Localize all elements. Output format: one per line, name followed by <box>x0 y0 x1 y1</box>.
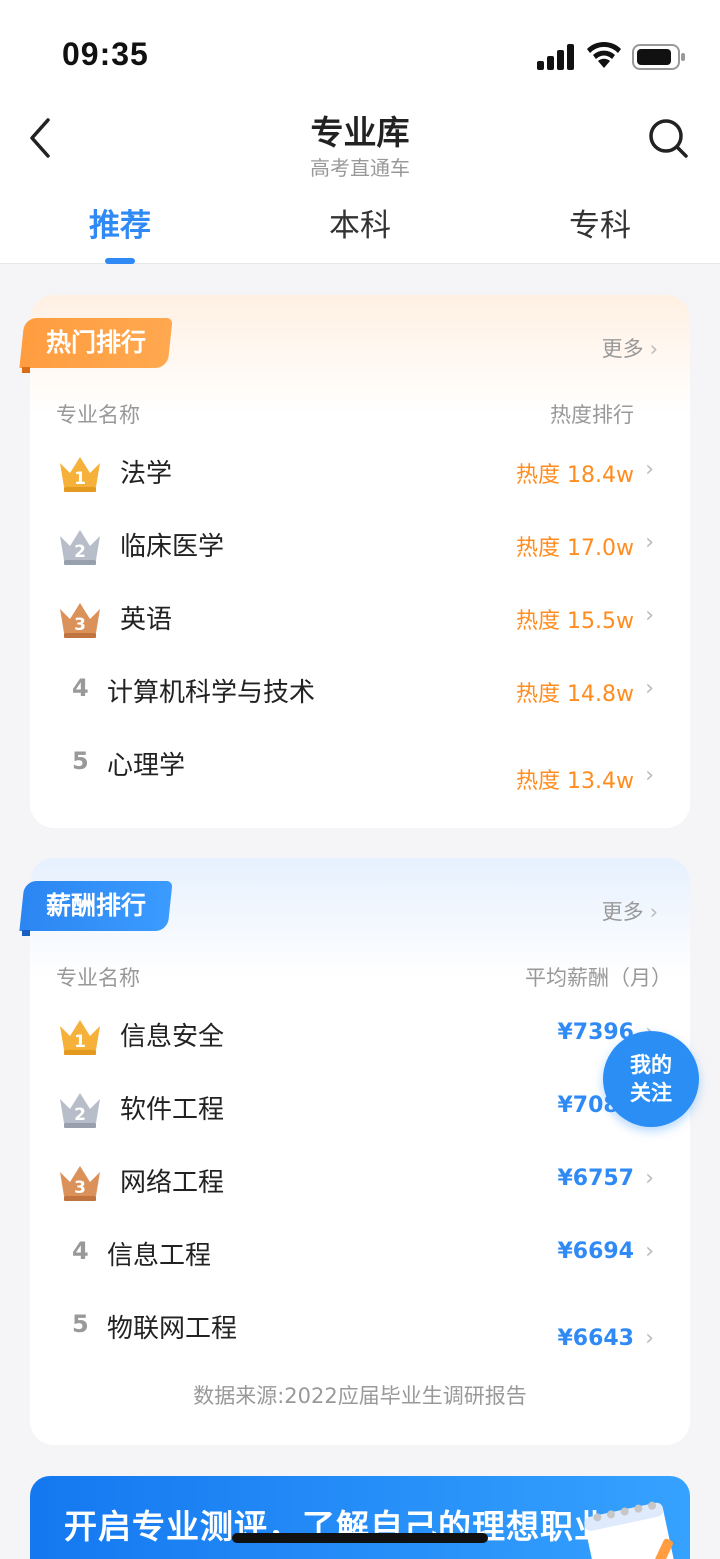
chevron-right-icon: › <box>645 763 654 788</box>
major-name: 临床医学 <box>120 532 225 562</box>
silver-crown-icon: 2 <box>60 1093 100 1128</box>
fab-label-line1: 我的 <box>630 1053 672 1077</box>
assessment-banner[interactable]: 开启专业测评，了解自己的理想职业 <box>30 1476 690 1559</box>
svg-text:1: 1 <box>74 469 86 489</box>
column-header-heat: 热度排行 <box>550 403 634 427</box>
tab-undergraduate[interactable]: 本科 <box>300 200 420 245</box>
rank-number: 4 <box>72 1237 89 1265</box>
salary-more-link[interactable]: 更多 › <box>602 896 658 926</box>
wifi-icon <box>587 41 621 68</box>
column-header-salary: 平均薪酬（月） <box>525 966 672 990</box>
hot-ranking-badge: 热门排行 <box>19 318 173 368</box>
page-title: 专业库 <box>310 113 410 152</box>
chevron-right-icon: › <box>649 900 658 924</box>
chevron-right-icon: › <box>645 1239 654 1264</box>
heat-value: 热度 17.0w <box>516 536 634 561</box>
svg-text:3: 3 <box>74 615 86 635</box>
tab-vocational[interactable]: 专科 <box>540 200 660 245</box>
chevron-right-icon: › <box>645 457 654 482</box>
gold-crown-icon: 1 <box>60 1020 100 1055</box>
salary-row-1[interactable]: 1 信息安全 ¥7396 › <box>30 1008 690 1068</box>
salary-row-2[interactable]: 2 软件工程 ¥7082 › <box>30 1081 690 1141</box>
notepad-illustration-icon <box>584 1501 677 1559</box>
battery-icon <box>632 44 685 70</box>
major-name: 信息工程 <box>107 1241 212 1271</box>
major-name: 法学 <box>120 459 173 489</box>
fab-label-line2: 关注 <box>630 1081 672 1105</box>
salary-ranking-badge: 薪酬排行 <box>19 881 173 931</box>
salary-row-3[interactable]: 3 网络工程 ¥6757 › <box>30 1154 690 1214</box>
home-indicator <box>232 1533 488 1543</box>
salary-value: ¥6757 <box>557 1166 634 1191</box>
heat-value: 热度 13.4w <box>516 769 634 794</box>
hot-row-4[interactable]: 4 计算机科学与技术 热度 14.8w › <box>30 664 690 724</box>
bronze-crown-icon: 3 <box>60 1166 100 1201</box>
major-name: 软件工程 <box>120 1095 225 1125</box>
rank-number: 5 <box>72 747 89 775</box>
chevron-right-icon: › <box>645 530 654 555</box>
major-name: 网络工程 <box>120 1168 225 1198</box>
badge-fold <box>22 930 30 936</box>
page-subtitle: 高考直通车 <box>310 156 410 180</box>
major-name: 计算机科学与技术 <box>107 678 316 708</box>
bronze-crown-icon: 3 <box>60 603 100 638</box>
my-follow-button[interactable]: 我的 关注 <box>603 1031 699 1127</box>
cellular-signal-icon <box>537 44 574 70</box>
hot-ranking-card: 热门排行 更多 › 专业名称 热度排行 1 法学 热度 18.4w › 2 临床医… <box>19 295 690 828</box>
hot-row-2[interactable]: 2 临床医学 热度 17.0w › <box>30 518 690 578</box>
rank-number: 4 <box>72 674 89 702</box>
column-header-name: 专业名称 <box>56 966 140 990</box>
badge-fold <box>22 367 30 373</box>
rank-number: 5 <box>72 1310 89 1338</box>
data-source-note: 数据来源:2022应届毕业生调研报告 <box>193 1384 527 1408</box>
major-name: 英语 <box>120 605 173 635</box>
major-name: 心理学 <box>107 751 186 781</box>
column-header-name: 专业名称 <box>56 403 140 427</box>
heat-value: 热度 14.8w <box>516 682 634 707</box>
major-name: 信息安全 <box>120 1022 225 1052</box>
chevron-right-icon: › <box>645 676 654 701</box>
chevron-right-icon: › <box>649 337 658 361</box>
salary-row-4[interactable]: 4 信息工程 ¥6694 › <box>30 1227 690 1287</box>
search-icon[interactable] <box>646 116 690 160</box>
svg-text:3: 3 <box>74 1178 86 1198</box>
salary-value: ¥6643 <box>557 1326 634 1351</box>
hot-row-3[interactable]: 3 英语 热度 15.5w › <box>30 591 690 651</box>
salary-row-5[interactable]: 5 物联网工程 ¥6643 › <box>30 1300 690 1360</box>
tab-bar: 推荐 本科 专科 <box>0 190 720 264</box>
hot-more-link[interactable]: 更多 › <box>602 333 658 363</box>
silver-crown-icon: 2 <box>60 530 100 565</box>
salary-ranking-card: 薪酬排行 更多› 专业名称 平均薪酬（月） 1 信息安全 ¥7396 › 2 软… <box>19 858 690 1445</box>
svg-text:1: 1 <box>74 1032 86 1052</box>
hot-row-5[interactable]: 5 心理学 热度 13.4w › <box>30 737 690 797</box>
gold-crown-icon: 1 <box>60 457 100 492</box>
major-name: 物联网工程 <box>107 1314 238 1344</box>
hot-row-1[interactable]: 1 法学 热度 18.4w › <box>30 445 690 505</box>
heat-value: 热度 18.4w <box>516 463 634 488</box>
navigation-bar: 专业库 高考直通车 <box>0 100 720 190</box>
salary-value: ¥6694 <box>557 1239 634 1264</box>
chevron-right-icon: › <box>645 1166 654 1191</box>
chevron-right-icon: › <box>645 1326 654 1351</box>
tab-indicator <box>105 258 135 264</box>
tab-recommend[interactable]: 推荐 <box>60 200 180 245</box>
heat-value: 热度 15.5w <box>516 609 634 634</box>
status-time: 09:35 <box>62 36 149 72</box>
chevron-right-icon: › <box>645 603 654 628</box>
status-bar: 09:35 <box>0 0 720 100</box>
svg-text:2: 2 <box>74 1105 86 1125</box>
svg-text:2: 2 <box>74 542 86 562</box>
